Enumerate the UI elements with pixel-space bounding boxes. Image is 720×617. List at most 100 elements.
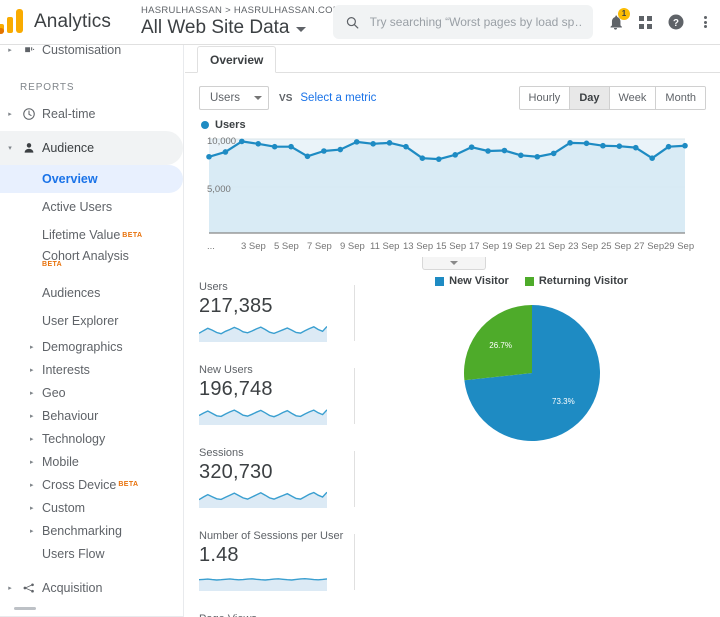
sidebar-item-active-users[interactable]: Active Users xyxy=(0,193,183,221)
visitor-type-pie-chart[interactable]: 73.3% 26.7% xyxy=(462,303,602,443)
sidebar-item-benchmarking[interactable]: ▸ Benchmarking xyxy=(0,519,183,542)
summary-section: Users 217,385 New Users 196,748 Sessions… xyxy=(185,275,720,617)
metric-card-sessions-per-user[interactable]: Number of Sessions per User 1.48 xyxy=(199,530,355,591)
sidebar-item-customisation[interactable]: ▸ Customisation xyxy=(0,45,183,67)
x-tick: 5 Sep xyxy=(274,241,299,252)
vs-label: VS xyxy=(279,92,293,104)
notification-badge: 1 xyxy=(617,8,630,20)
sidebar-item-mobile[interactable]: ▸ Mobile xyxy=(0,450,183,473)
sidebar-item-label: User Explorer xyxy=(42,314,119,328)
sidebar-item-real-time[interactable]: ▸ Real-time xyxy=(0,97,183,131)
granularity-week[interactable]: Week xyxy=(609,87,657,109)
pie-legend-returning-visitor[interactable]: Returning Visitor xyxy=(524,275,628,287)
metric-label: New Users xyxy=(199,364,253,376)
brand-title: Analytics xyxy=(34,11,111,32)
pie-legend-new-visitor[interactable]: New Visitor xyxy=(435,275,509,287)
chevron-down-icon xyxy=(450,261,458,265)
y-tick-10000: 10,000 xyxy=(207,136,237,147)
pie-chart-wrapper: 73.3% 26.7% xyxy=(343,303,720,443)
chevron-right-icon: ▸ xyxy=(8,585,12,592)
x-tick: 27 Sep xyxy=(634,241,665,252)
pie-legend: New Visitor Returning Visitor xyxy=(343,275,720,287)
metric-label: Page Views xyxy=(199,613,333,617)
svg-text:?: ? xyxy=(673,18,679,29)
sidebar-item-label: Overview xyxy=(42,172,98,186)
sidebar-item-cross-device[interactable]: ▸ Cross Device BETA xyxy=(0,473,183,496)
sidebar-item-technology[interactable]: ▸ Technology xyxy=(0,427,183,450)
legend-label: Users xyxy=(215,119,246,131)
legend-color-swatch xyxy=(435,276,445,286)
metrics-column: Users 217,385 New Users 196,748 Sessions… xyxy=(185,281,355,617)
users-chart-section: Users 10,000 5,000 ... 3 Sep 5 Sep 7 Sep… xyxy=(185,119,720,270)
sidebar: ▸ Customisation REPORTS ▸ Real-time ▾ Au… xyxy=(0,45,184,617)
sparkline-sessions xyxy=(199,491,327,508)
tab-overview[interactable]: Overview xyxy=(197,46,277,73)
account-selector[interactable]: HASRULHASSAN > HASRULHASSAN.COM™ All Web… xyxy=(141,5,351,39)
sidebar-item-demographics[interactable]: ▸ Demographics xyxy=(0,335,183,358)
users-line-chart[interactable]: 10,000 5,000 xyxy=(199,136,706,239)
page-scrollbar[interactable] xyxy=(714,45,720,617)
search-icon xyxy=(346,16,359,29)
metric-card-page-views[interactable]: Page Views 314,020 xyxy=(199,613,333,617)
apps-button[interactable] xyxy=(631,7,661,37)
chevron-down-icon: ▾ xyxy=(8,145,12,152)
granularity-month[interactable]: Month xyxy=(656,87,705,109)
metric-card-users[interactable]: Users 217,385 xyxy=(199,281,355,342)
sidebar-item-label: Geo xyxy=(42,385,66,400)
sidebar-item-custom[interactable]: ▸ Custom xyxy=(0,496,183,519)
sidebar-item-behaviour[interactable]: ▸ Behaviour xyxy=(0,404,183,427)
property-title-row[interactable]: All Web Site Data xyxy=(141,17,311,39)
sidebar-item-label: Audience xyxy=(42,141,95,155)
metric-card-sessions[interactable]: Sessions 320,730 xyxy=(199,447,355,508)
notifications-button[interactable]: 1 xyxy=(601,7,631,37)
granularity-hourly[interactable]: Hourly xyxy=(519,87,571,109)
x-tick: 23 Sep xyxy=(568,241,599,252)
x-tick: 11 Sep xyxy=(370,241,400,252)
sidebar-item-acquisition[interactable]: ▸ Acquisition xyxy=(0,571,183,605)
main-content: Overview Users VS Select a metric Hourly… xyxy=(185,45,720,617)
sidebar-item-label: Lifetime Value xyxy=(42,228,121,242)
svg-text:73.3%: 73.3% xyxy=(552,397,575,406)
x-tick: 9 Sep xyxy=(340,241,365,252)
granularity-day[interactable]: Day xyxy=(570,87,610,109)
sidebar-item-label: Custom xyxy=(42,500,86,515)
sidebar-item-users-flow[interactable]: Users Flow xyxy=(0,542,183,565)
x-tick: 7 Sep xyxy=(307,241,332,252)
chart-expand-handle[interactable] xyxy=(422,257,486,270)
chevron-right-icon: ▸ xyxy=(8,111,12,118)
metric-label: Users xyxy=(199,281,228,293)
x-tick: 3 Sep xyxy=(241,241,266,252)
sidebar-item-lifetime-value[interactable]: Lifetime Value BETA xyxy=(0,221,183,249)
sidebar-item-user-explorer[interactable]: User Explorer xyxy=(0,307,183,335)
sidebar-item-audiences[interactable]: Audiences xyxy=(0,279,183,307)
clock-icon xyxy=(16,107,42,121)
chevron-right-icon: ▸ xyxy=(30,481,34,489)
sidebar-item-label: Real-time xyxy=(42,107,96,121)
metric-card-new-users[interactable]: New Users 196,748 xyxy=(199,364,355,425)
chart-controls: Users VS Select a metric Hourly Day Week… xyxy=(185,81,720,115)
select-a-metric-link[interactable]: Select a metric xyxy=(300,92,376,104)
more-options-button[interactable] xyxy=(691,7,720,37)
sidebar-item-geo[interactable]: ▸ Geo xyxy=(0,381,183,404)
search-area: Try searching “Worst pages by load sp… xyxy=(332,5,593,39)
search-input[interactable]: Try searching “Worst pages by load sp… xyxy=(332,5,593,39)
sidebar-item-label: Active Users xyxy=(42,200,113,214)
sidebar-section-reports: REPORTS xyxy=(0,67,183,97)
sidebar-item-cohort-analysis[interactable]: Cohort Analysis BETA xyxy=(0,249,183,273)
sidebar-item-interests[interactable]: ▸ Interests xyxy=(0,358,183,381)
metric-label: Number of Sessions per User xyxy=(199,530,344,542)
chevron-down-icon[interactable] xyxy=(295,27,306,32)
legend-color-swatch xyxy=(201,121,209,129)
metric-selector[interactable]: Users xyxy=(199,86,270,110)
search-placeholder: Try searching “Worst pages by load sp… xyxy=(369,15,581,29)
sidebar-resize-handle[interactable] xyxy=(14,607,36,610)
sidebar-item-audience[interactable]: ▾ Audience xyxy=(0,131,183,165)
apps-grid-icon xyxy=(639,15,653,29)
beta-badge: BETA xyxy=(122,231,143,239)
metric-value: 196,748 xyxy=(199,378,273,400)
x-tick-leading: ... xyxy=(207,241,215,252)
sidebar-item-label: Mobile xyxy=(42,454,79,469)
help-button[interactable]: ? xyxy=(661,7,691,37)
sidebar-item-overview[interactable]: Overview xyxy=(0,165,183,193)
x-tick: 19 Sep xyxy=(502,241,533,252)
